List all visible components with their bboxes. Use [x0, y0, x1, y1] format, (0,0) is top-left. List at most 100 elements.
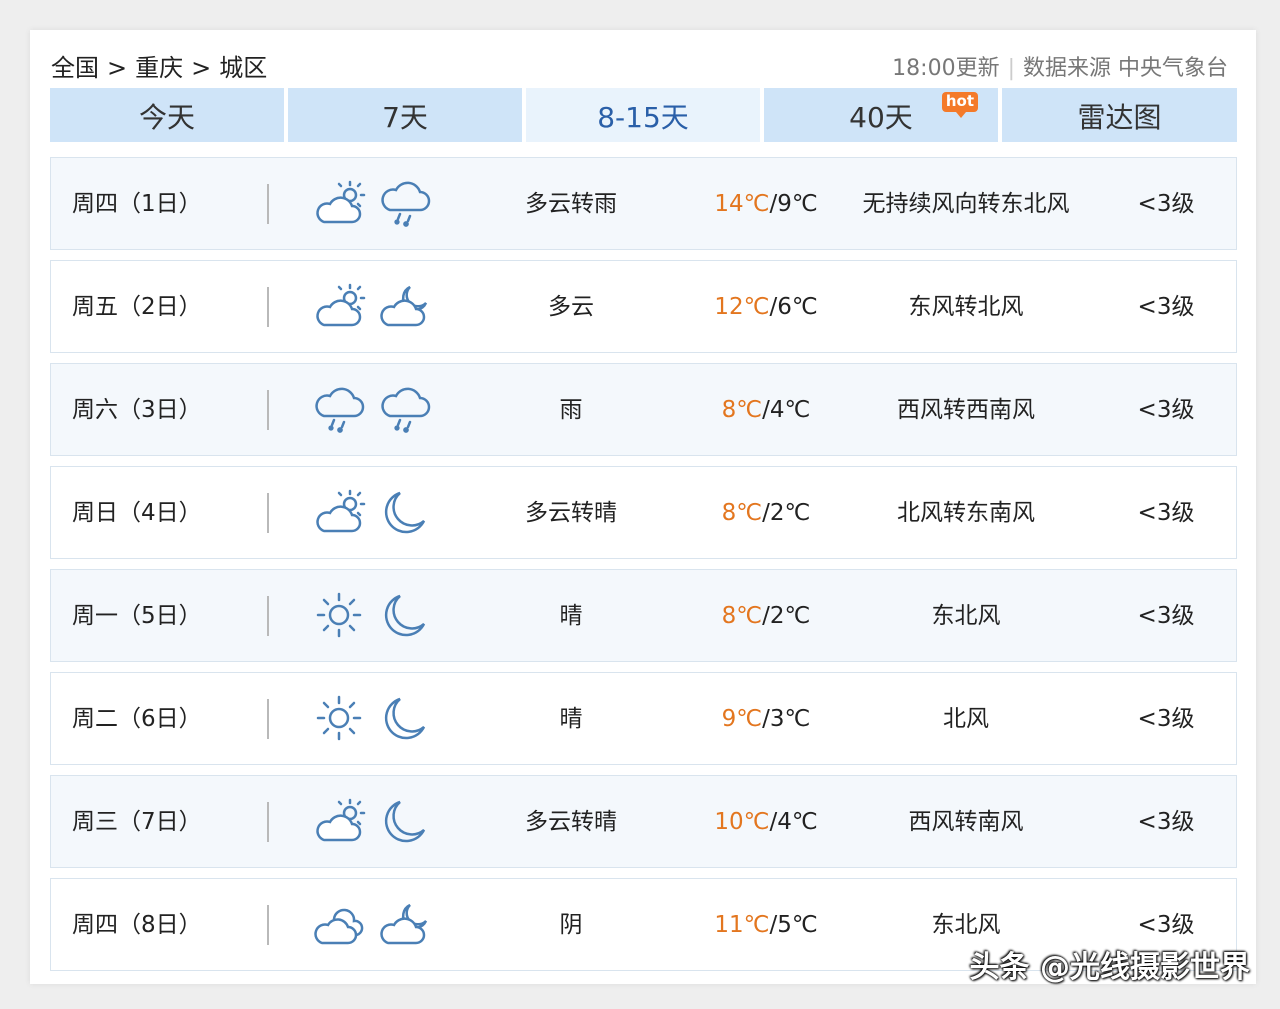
high-temp: 9℃ — [721, 706, 763, 732]
tab-radar[interactable]: 雷达图 — [1002, 88, 1237, 142]
update-meta: 18:00更新 | 数据来源 中央气象台 — [892, 50, 1228, 82]
temperature: 9℃/3℃ — [721, 706, 811, 732]
tab-8-15-days[interactable]: 8-15天 — [526, 88, 760, 142]
weather-icons — [314, 384, 434, 434]
temperature: 14℃/9℃ — [714, 191, 818, 217]
wind-level: <3级 — [1137, 809, 1195, 835]
divider — [267, 802, 269, 842]
breadcrumb-country[interactable]: 全国 — [51, 48, 99, 83]
wind-direction: 东北风 — [931, 603, 1001, 629]
divider — [267, 493, 269, 533]
tab-label: 今天 — [138, 101, 195, 134]
meta-divider: | — [1007, 56, 1015, 81]
high-temp: 14℃ — [714, 191, 770, 217]
weather-icons — [314, 178, 434, 228]
weather-icons — [314, 693, 434, 743]
weather-description: 阴 — [559, 912, 583, 938]
wind-level: <3级 — [1137, 706, 1195, 732]
forecast-row: 周四（1日） 多云转雨 14℃/9℃ 无持续风向转东北风 <3级 — [50, 157, 1237, 250]
forecast-row: 周二（6日） 晴 9℃/3℃ 北风 <3级 — [50, 672, 1237, 765]
low-temp: 6℃ — [777, 294, 818, 320]
high-temp: 8℃ — [721, 603, 763, 629]
tab-40-days[interactable]: 40天 hot — [764, 88, 998, 142]
forecast-row: 周五（2日） 多云 12℃/6℃ 东风转北风 <3级 — [50, 260, 1237, 353]
divider — [267, 596, 269, 636]
divider — [267, 287, 269, 327]
tab-label: 8-15天 — [597, 101, 689, 134]
temperature: 11℃/5℃ — [714, 912, 818, 938]
weather-description: 雨 — [559, 397, 583, 423]
weather-description: 晴 — [559, 603, 583, 629]
divider — [267, 184, 269, 224]
wind-direction: 北风 — [943, 706, 989, 732]
forecast-row: 周一（5日） 晴 8℃/2℃ 东北风 <3级 — [50, 569, 1237, 662]
high-temp: 8℃ — [721, 397, 763, 423]
wind-direction: 北风转东南风 — [897, 500, 1035, 526]
day-label: 周一（5日） — [72, 603, 202, 629]
divider — [267, 905, 269, 945]
temperature: 12℃/6℃ — [714, 294, 818, 320]
divider — [267, 699, 269, 739]
low-temp: 2℃ — [769, 603, 811, 629]
watermark: 头条 @光线摄影世界 — [969, 950, 1250, 985]
wind-direction: 东风转北风 — [908, 294, 1024, 320]
tab-7-days[interactable]: 7天 — [288, 88, 522, 142]
low-temp: 4℃ — [769, 397, 811, 423]
low-temp: 4℃ — [777, 809, 818, 835]
high-temp: 11℃ — [714, 912, 770, 938]
wind-direction: 西风转西南风 — [897, 397, 1035, 423]
high-temp: 10℃ — [714, 809, 770, 835]
wind-level: <3级 — [1137, 191, 1195, 217]
hot-badge: hot — [941, 92, 978, 118]
day-label: 周五（2日） — [72, 294, 202, 320]
forecast-row: 周六（3日） 雨 8℃/4℃ 西风转西南风 <3级 — [50, 363, 1237, 456]
low-temp: 5℃ — [777, 912, 818, 938]
low-temp: 9℃ — [777, 191, 818, 217]
tab-label: 7天 — [382, 101, 428, 134]
temperature: 8℃/4℃ — [721, 397, 811, 423]
weather-icons — [314, 899, 434, 949]
day-label: 周四（8日） — [72, 912, 202, 938]
forecast-tabs: 今天 7天 8-15天 40天 hot 雷达图 — [50, 88, 1237, 142]
wind-level: <3级 — [1137, 500, 1195, 526]
data-source: 数据来源 中央气象台 — [1023, 56, 1228, 81]
weather-description: 多云转晴 — [525, 809, 617, 835]
wind-level: <3级 — [1137, 603, 1195, 629]
divider — [267, 390, 269, 430]
tab-label: 雷达图 — [1077, 101, 1162, 134]
weather-card: 全国 > 重庆 > 城区 18:00更新 | 数据来源 中央气象台 今天 7天 8-15天 … — [30, 30, 1256, 984]
day-label: 周四（1日） — [72, 191, 202, 217]
high-temp: 12℃ — [714, 294, 770, 320]
day-label: 周日（4日） — [72, 500, 202, 526]
breadcrumb: 全国 > 重庆 > 城区 — [51, 48, 267, 83]
day-label: 周三（7日） — [72, 809, 202, 835]
low-temp: 3℃ — [769, 706, 811, 732]
day-label: 周六（3日） — [72, 397, 202, 423]
wind-direction: 西风转南风 — [908, 809, 1024, 835]
temperature: 8℃/2℃ — [721, 603, 811, 629]
breadcrumb-province[interactable]: 重庆 — [135, 48, 183, 83]
weather-description: 多云转晴 — [525, 500, 617, 526]
breadcrumb-city: 城区 — [219, 54, 268, 82]
breadcrumb-separator: > — [191, 54, 212, 82]
day-label: 周二（6日） — [72, 706, 202, 732]
temperature: 10℃/4℃ — [714, 809, 818, 835]
weather-icons — [314, 796, 434, 846]
temperature: 8℃/2℃ — [721, 500, 811, 526]
weather-icons — [314, 487, 434, 537]
breadcrumb-separator: > — [107, 54, 128, 82]
tab-label: 40天 — [849, 101, 913, 134]
update-time: 18:00更新 — [892, 56, 1000, 81]
wind-level: <3级 — [1137, 397, 1195, 423]
forecast-row: 周三（7日） 多云转晴 10℃/4℃ 西风转南风 <3级 — [50, 775, 1237, 868]
low-temp: 2℃ — [769, 500, 811, 526]
top-bar: 全国 > 重庆 > 城区 18:00更新 | 数据来源 中央气象台 — [51, 44, 1228, 84]
wind-direction: 无持续风向转东北风 — [862, 191, 1070, 217]
weather-description: 多云转雨 — [525, 191, 617, 217]
weather-description: 晴 — [559, 706, 583, 732]
weather-description: 多云 — [548, 294, 594, 320]
forecast-row: 周日（4日） 多云转晴 8℃/2℃ 北风转东南风 <3级 — [50, 466, 1237, 559]
weather-icons — [314, 281, 434, 331]
tab-today[interactable]: 今天 — [50, 88, 284, 142]
weather-icons — [314, 590, 434, 640]
